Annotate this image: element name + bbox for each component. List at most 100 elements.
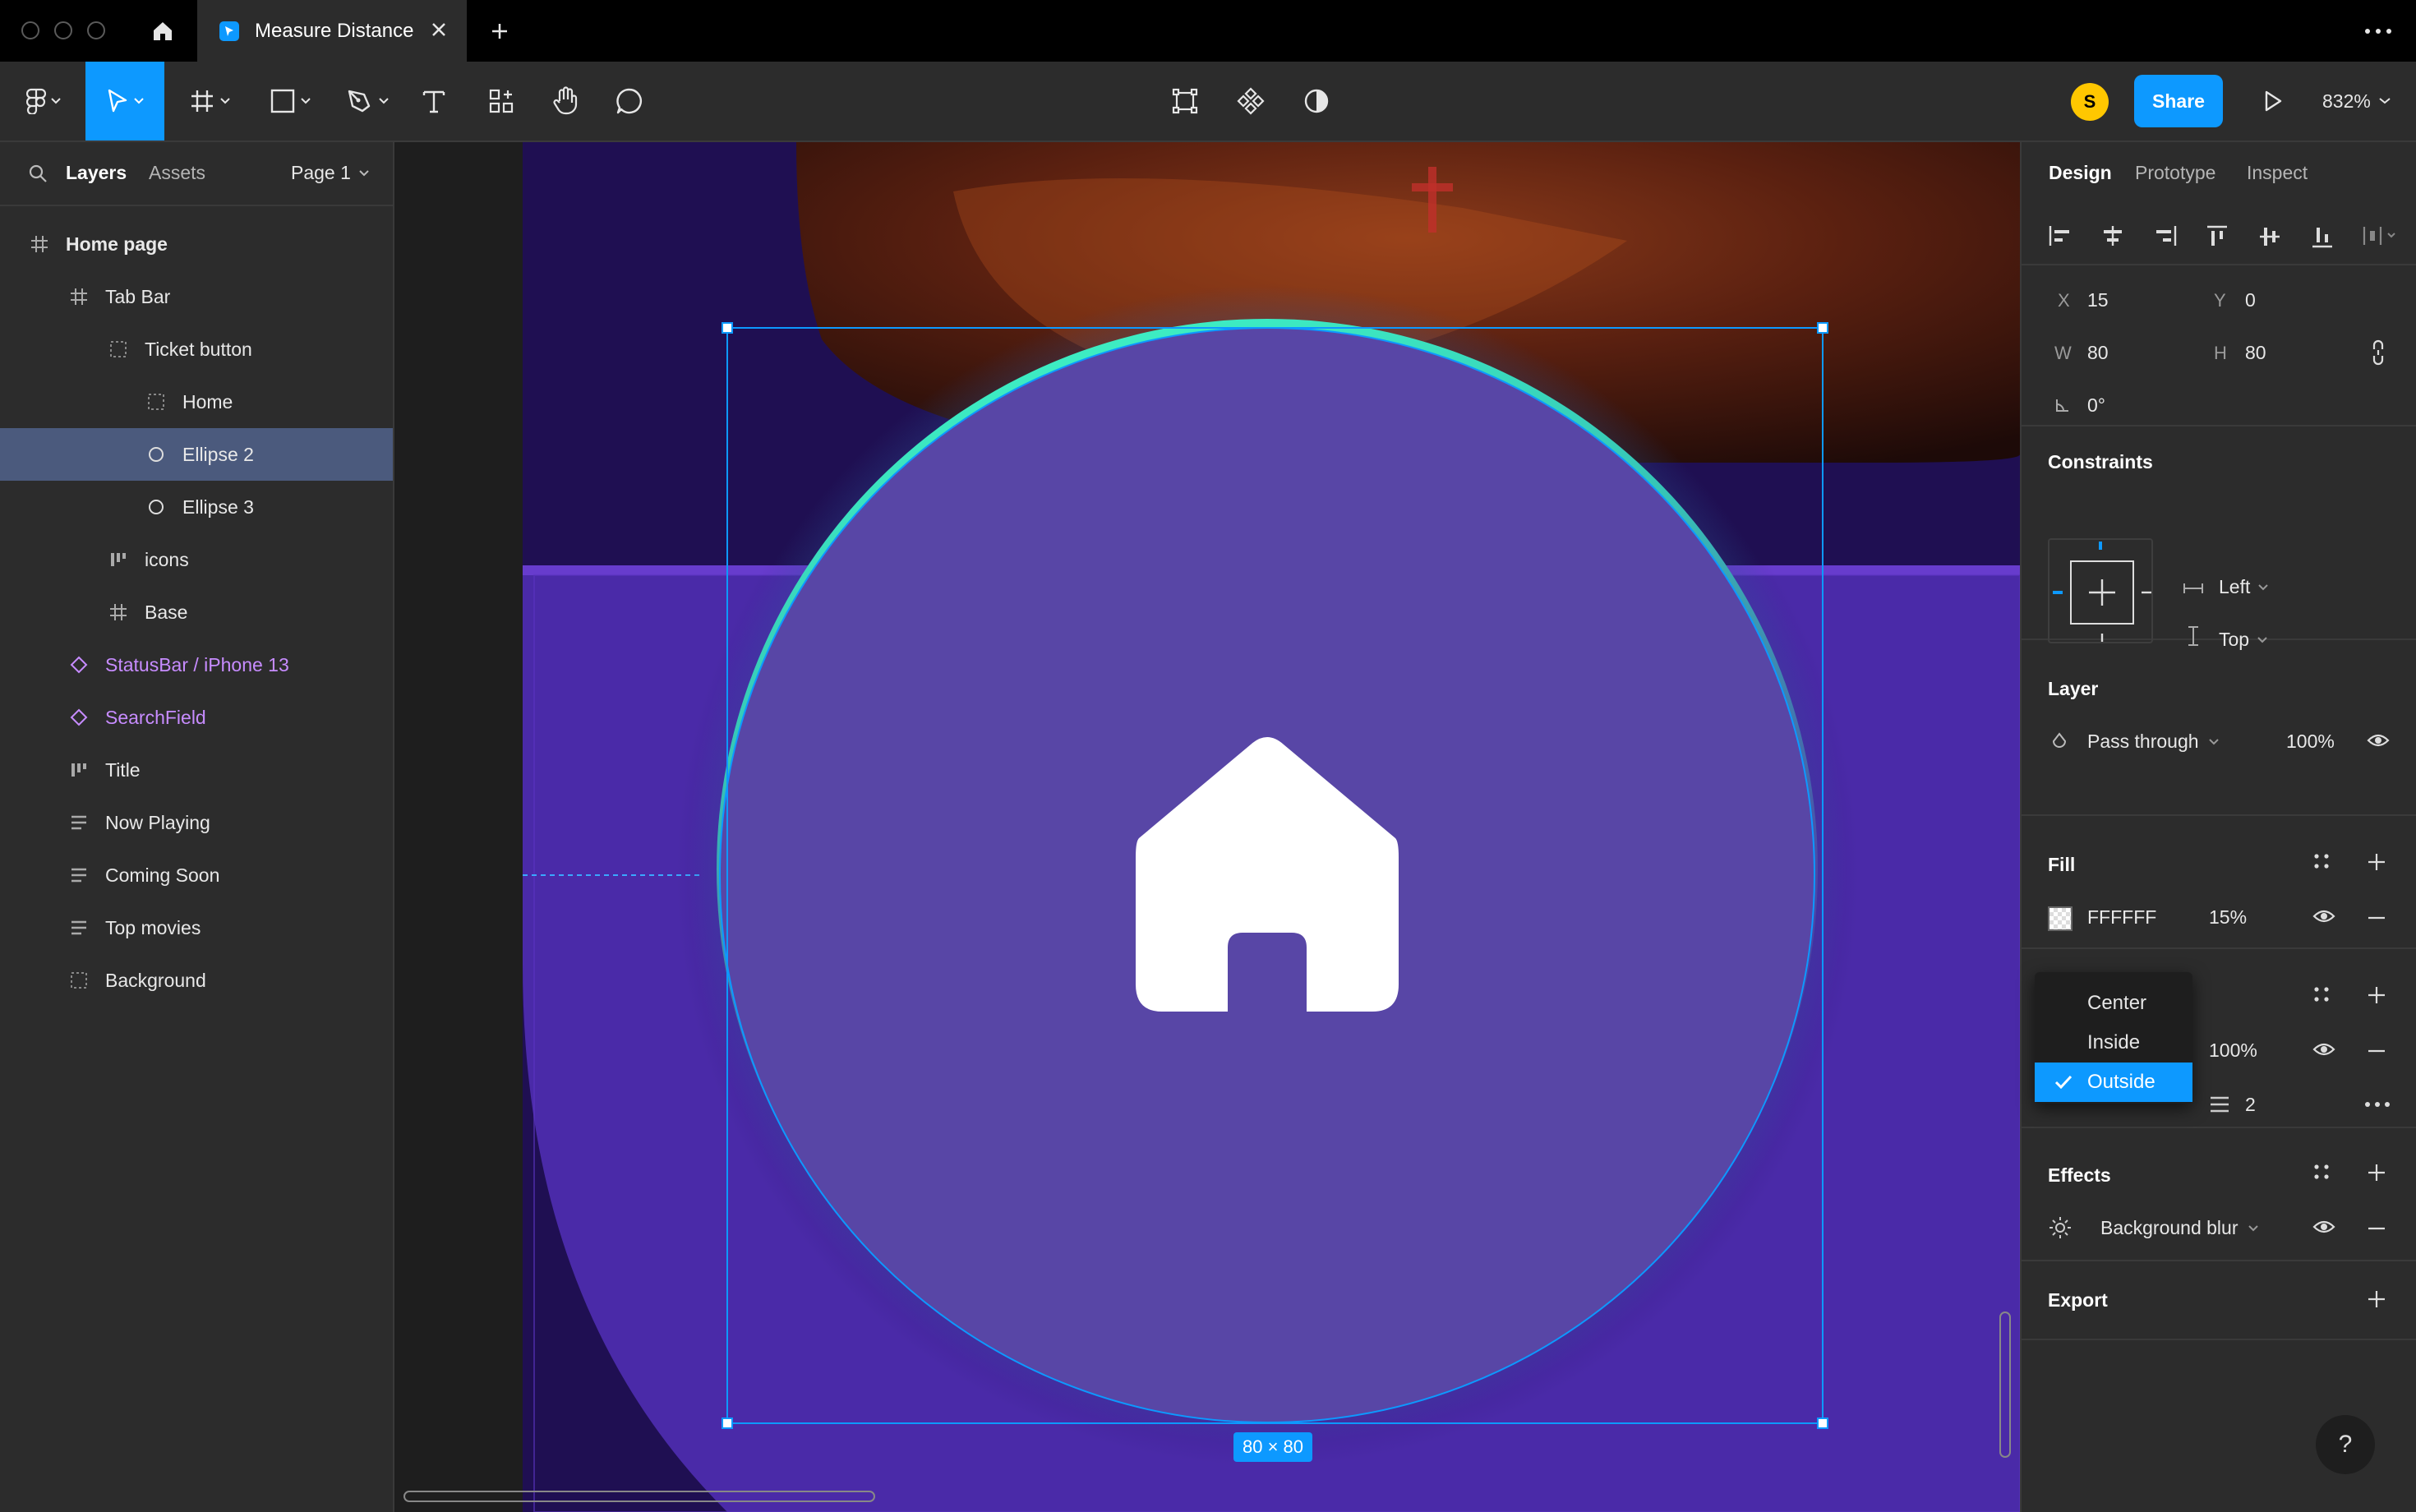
align-bottom-icon[interactable] xyxy=(2311,224,2334,249)
remove-fill-icon[interactable] xyxy=(2367,916,2386,920)
effect-type-dropdown[interactable]: Background blur xyxy=(2100,1217,2258,1239)
stroke-opacity-input[interactable]: 100% xyxy=(2209,1040,2257,1062)
add-fill-icon[interactable] xyxy=(2367,852,2386,872)
figma-file-icon xyxy=(219,21,240,42)
document-tab[interactable]: Measure Distance xyxy=(197,0,467,62)
layer-row[interactable]: Home xyxy=(0,376,393,428)
eye-icon[interactable] xyxy=(2312,908,2335,924)
style-grid-icon[interactable] xyxy=(2312,852,2331,870)
add-effect-icon[interactable] xyxy=(2367,1163,2386,1182)
fill-hex-input[interactable]: FFFFFF xyxy=(2087,906,2156,929)
align-top-icon[interactable] xyxy=(2206,224,2229,249)
search-icon[interactable] xyxy=(28,164,48,183)
move-tool-button[interactable] xyxy=(85,62,164,141)
close-tab-icon[interactable] xyxy=(429,20,449,39)
layer-row[interactable]: Title xyxy=(0,744,393,796)
align-right-icon[interactable] xyxy=(2153,224,2178,247)
layer-row[interactable]: Ellipse 2 xyxy=(0,428,393,481)
layer-row[interactable]: Ellipse 3 xyxy=(0,481,393,533)
layer-row[interactable]: Tab Bar xyxy=(0,270,393,323)
fill-color-swatch[interactable] xyxy=(2048,906,2073,931)
height-input[interactable]: 80 xyxy=(2245,342,2266,364)
fill-section: Fill FFFFFF 15% xyxy=(2022,816,2416,949)
layer-row[interactable]: StatusBar / iPhone 13 xyxy=(0,638,393,691)
tab-assets[interactable]: Assets xyxy=(149,162,205,184)
main-menu-button[interactable] xyxy=(15,62,72,141)
user-avatar[interactable]: S xyxy=(2071,83,2109,121)
add-export-icon[interactable] xyxy=(2367,1289,2386,1309)
menu-item-outside[interactable]: Outside xyxy=(2035,1063,2192,1102)
share-button[interactable]: Share xyxy=(2134,75,2223,127)
stroke-options-icon[interactable] xyxy=(2365,1102,2390,1107)
blend-mode-dropdown[interactable]: Pass through xyxy=(2087,731,2219,753)
tab-design[interactable]: Design xyxy=(2049,162,2112,184)
minimize-window-button[interactable] xyxy=(54,21,72,39)
layer-row[interactable]: Home page xyxy=(0,218,393,270)
eye-icon[interactable] xyxy=(2312,1219,2335,1235)
tab-inspect[interactable]: Inspect xyxy=(2247,162,2308,184)
layer-section: Layer Pass through 100% xyxy=(2022,640,2416,816)
stroke-weight-input[interactable]: 2 xyxy=(2245,1094,2256,1116)
shape-tool-button[interactable] xyxy=(261,62,319,141)
layer-name: Tab Bar xyxy=(105,285,171,307)
layer-row[interactable]: SearchField xyxy=(0,691,393,744)
remove-effect-icon[interactable] xyxy=(2367,1227,2386,1230)
rotation-input[interactable]: 0° xyxy=(2087,394,2105,417)
remove-stroke-icon[interactable] xyxy=(2367,1049,2386,1053)
crop-frame-button[interactable] xyxy=(1165,62,1205,141)
frame-icon xyxy=(107,601,130,624)
home-tab[interactable] xyxy=(131,0,193,62)
help-button[interactable]: ? xyxy=(2316,1415,2375,1474)
layer-row[interactable]: Top movies xyxy=(0,901,393,954)
fill-opacity-input[interactable]: 15% xyxy=(2209,906,2247,929)
tab-layers[interactable]: Layers xyxy=(66,162,127,184)
distribute-spacing-icon[interactable] xyxy=(2362,224,2398,247)
hand-tool-button[interactable] xyxy=(546,62,585,141)
align-left-icon[interactable] xyxy=(2048,224,2073,247)
x-input[interactable]: 15 xyxy=(2087,289,2109,311)
canvas[interactable]: 80 × 80 xyxy=(394,142,2020,1512)
layer-name: Base xyxy=(145,601,188,623)
style-grid-icon[interactable] xyxy=(2312,985,2331,1003)
resources-tool-button[interactable] xyxy=(482,62,521,141)
constraints-widget[interactable] xyxy=(2048,538,2153,643)
page-selector[interactable]: Page 1 xyxy=(291,162,369,184)
align-vertical-center-icon[interactable] xyxy=(2258,224,2281,249)
layer-name: Now Playing xyxy=(105,811,210,833)
create-component-button[interactable] xyxy=(1231,62,1270,141)
eye-icon[interactable] xyxy=(2367,732,2390,749)
mask-button[interactable] xyxy=(1297,62,1336,141)
y-input[interactable]: 0 xyxy=(2245,289,2256,311)
layer-row[interactable]: Background xyxy=(0,954,393,1007)
present-button[interactable] xyxy=(2253,62,2293,141)
menu-item-center[interactable]: Center xyxy=(2035,984,2192,1023)
effect-sun-icon[interactable] xyxy=(2048,1215,2073,1240)
play-icon xyxy=(2263,90,2283,113)
comment-tool-button[interactable] xyxy=(610,62,649,141)
tab-prototype[interactable]: Prototype xyxy=(2135,162,2215,184)
text-tool-button[interactable] xyxy=(414,62,454,141)
constrain-proportions-icon[interactable] xyxy=(2370,339,2386,366)
layer-row[interactable]: Base xyxy=(0,586,393,638)
horizontal-constraint-dropdown[interactable]: Left xyxy=(2219,576,2269,598)
frame-tool-button[interactable] xyxy=(181,62,238,141)
close-window-button[interactable] xyxy=(21,21,39,39)
chevron-down-icon xyxy=(2258,583,2269,591)
add-stroke-icon[interactable] xyxy=(2367,985,2386,1005)
size-label: 80 × 80 xyxy=(1233,1432,1312,1462)
maximize-window-button[interactable] xyxy=(87,21,105,39)
menu-item-inside[interactable]: Inside xyxy=(2035,1023,2192,1063)
more-options-button[interactable] xyxy=(2362,16,2395,46)
style-grid-icon[interactable] xyxy=(2312,1163,2331,1181)
eye-icon[interactable] xyxy=(2312,1041,2335,1058)
align-horizontal-center-icon[interactable] xyxy=(2100,224,2125,247)
pen-tool-button[interactable] xyxy=(339,62,396,141)
zoom-dropdown[interactable]: 832% xyxy=(2322,81,2391,121)
layer-row[interactable]: Ticket button xyxy=(0,323,393,376)
width-input[interactable]: 80 xyxy=(2087,342,2109,364)
layer-opacity-input[interactable]: 100% xyxy=(2286,731,2335,753)
layer-row[interactable]: Now Playing xyxy=(0,796,393,849)
layer-row[interactable]: Coming Soon xyxy=(0,849,393,901)
layer-row[interactable]: icons xyxy=(0,533,393,586)
new-tab-button[interactable] xyxy=(485,16,514,46)
